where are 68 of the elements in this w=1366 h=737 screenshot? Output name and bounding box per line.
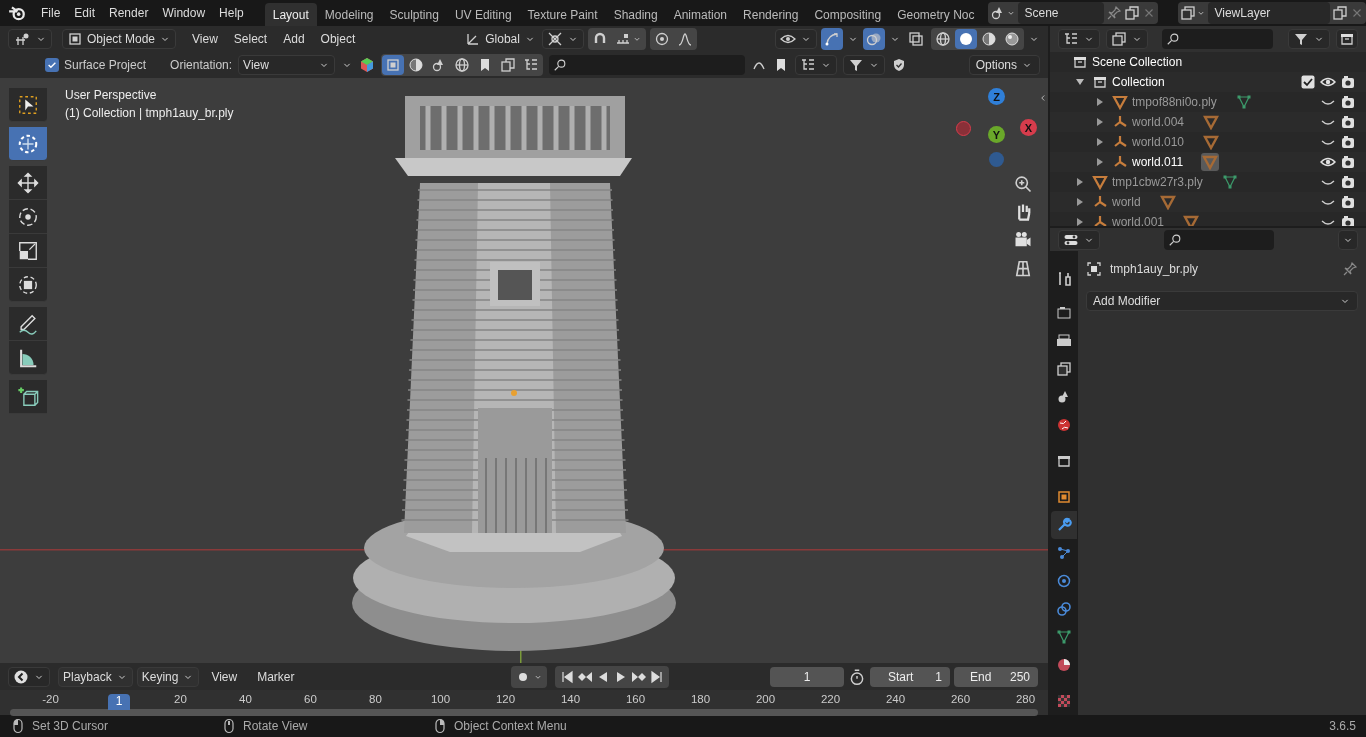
frame-number: 280: [1014, 693, 1037, 707]
menu-item[interactable]: File: [34, 6, 68, 20]
end-frame-field[interactable]: End 250: [954, 666, 1038, 687]
menu-dropdown[interactable]: Keying: [136, 666, 200, 687]
workspace-tab[interactable]: Animation: [665, 3, 736, 26]
menu-item[interactable]: Render: [102, 6, 156, 20]
frame-number: 240: [884, 693, 907, 707]
menu-item[interactable]: View: [184, 32, 226, 46]
workspace-tab[interactable]: Sculpting: [381, 3, 447, 26]
menu-item[interactable]: Add: [275, 32, 313, 46]
outliner-item[interactable]: world.004: [1132, 115, 1185, 129]
outliner-item[interactable]: tmpof88ni0o.ply: [1132, 95, 1217, 109]
frame-number: 140: [559, 693, 582, 707]
current-frame-field[interactable]: 1: [770, 666, 844, 687]
surface-project-checkbox[interactable]: Surface Project: [45, 58, 147, 72]
status-hint: Object Context Menu: [454, 719, 567, 733]
outliner-item[interactable]: Scene Collection: [1092, 55, 1183, 69]
frame-number: 20: [173, 693, 188, 707]
outliner-item[interactable]: world: [1112, 195, 1141, 209]
frame-number: 160: [624, 693, 647, 707]
workspace-tab[interactable]: Layout: [264, 3, 317, 26]
start-frame-field[interactable]: Start 1: [870, 666, 950, 687]
playhead[interactable]: 1: [108, 694, 130, 710]
frame-number: 40: [238, 693, 253, 707]
menu-item[interactable]: Edit: [67, 6, 103, 20]
frame-number: 220: [819, 693, 842, 707]
orientation-dropdown[interactable]: Global: [460, 29, 539, 49]
menu-item[interactable]: Window: [155, 6, 213, 20]
workspace-tab[interactable]: Compositing: [806, 3, 890, 26]
view-name: User Perspective: [65, 87, 158, 104]
workspace-tab[interactable]: Shading: [605, 3, 666, 26]
menu-item[interactable]: Select: [225, 32, 276, 46]
outliner-item[interactable]: Collection: [1112, 75, 1165, 89]
menu-dropdown[interactable]: Playback: [58, 666, 133, 687]
outliner-item[interactable]: world.010: [1132, 135, 1185, 149]
workspace-tab[interactable]: Texture Paint: [519, 3, 606, 26]
frame-number: 100: [429, 693, 452, 707]
outliner-item[interactable]: world.001: [1112, 215, 1165, 226]
frame-number: 200: [754, 693, 777, 707]
add-modifier-dropdown[interactable]: Add Modifier: [1086, 291, 1358, 311]
workspace-tab[interactable]: UV Editing: [446, 3, 520, 26]
object-info: (1) Collection | tmph1auy_br.ply: [65, 105, 234, 122]
scene-field[interactable]: Scene: [1018, 2, 1105, 24]
menu-item[interactable]: Help: [212, 6, 251, 20]
status-hint: Set 3D Cursor: [32, 719, 109, 733]
menu-item[interactable]: Object: [312, 32, 364, 46]
frame-number: 260: [949, 693, 972, 707]
frame-number: -20: [41, 693, 60, 707]
outliner-item[interactable]: world.011: [1132, 155, 1184, 169]
frame-number: 180: [689, 693, 712, 707]
workspace-tab[interactable]: Modeling: [316, 3, 382, 26]
workspace-tab[interactable]: Rendering: [735, 3, 807, 26]
menu-item[interactable]: Marker: [249, 669, 303, 684]
mode-dropdown[interactable]: Object Mode: [62, 29, 177, 49]
workspace-tab[interactable]: Geometry Noc: [889, 3, 983, 26]
object-name: tmph1auy_br.ply: [1110, 262, 1200, 276]
checkbox-label: Surface Project: [64, 58, 147, 72]
options-dropdown[interactable]: Options: [968, 55, 1040, 75]
frame-number: 80: [368, 693, 383, 707]
menu-item[interactable]: View: [203, 669, 246, 684]
orientation-label: Orientation:: [170, 58, 233, 72]
orientation-dropdown[interactable]: View: [238, 55, 336, 75]
view-layer-field[interactable]: ViewLayer: [1208, 2, 1330, 24]
frame-number: 60: [303, 693, 318, 707]
status-hint: Rotate View: [243, 719, 308, 733]
frame-number: 120: [494, 693, 517, 707]
version-label: 3.6.5: [1329, 719, 1356, 733]
outliner-item[interactable]: tmp1cbw27r3.ply: [1112, 175, 1203, 189]
